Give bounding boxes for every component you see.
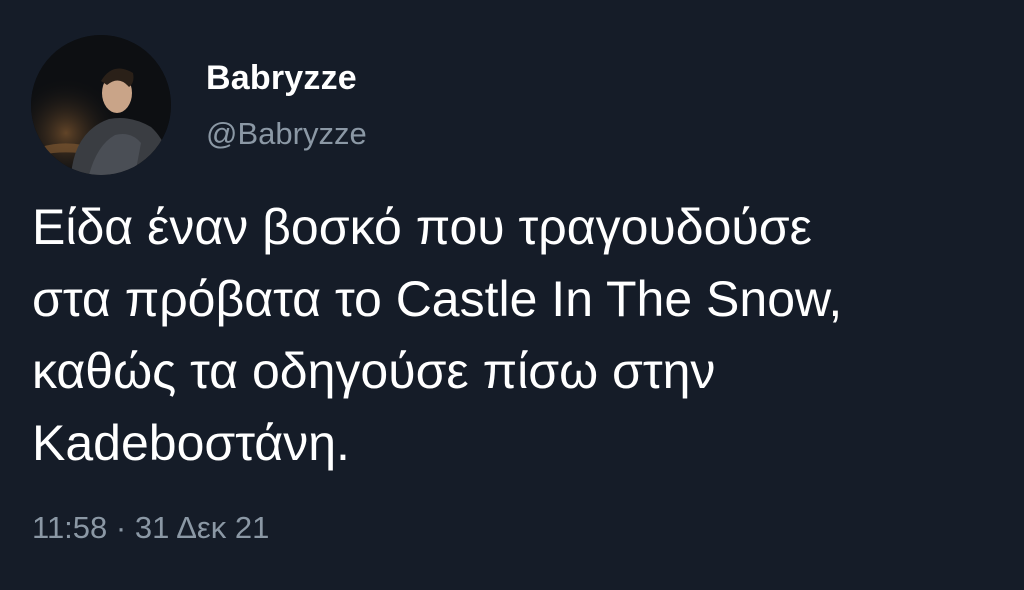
avatar-photo — [31, 35, 171, 175]
tweet-text: Είδα έναν βοσκό που τραγουδούσε στα πρόβ… — [32, 199, 843, 471]
author-display-name[interactable]: Babryzze — [206, 58, 357, 98]
avatar[interactable] — [31, 35, 171, 175]
author-handle[interactable]: @Babryzze — [206, 114, 367, 154]
tweet-card: Babryzze @Babryzze Είδα έναν βοσκό που τ… — [0, 0, 1024, 590]
tweet-timestamp[interactable]: 11:58 · 31 Δεκ 21 — [32, 506, 269, 550]
